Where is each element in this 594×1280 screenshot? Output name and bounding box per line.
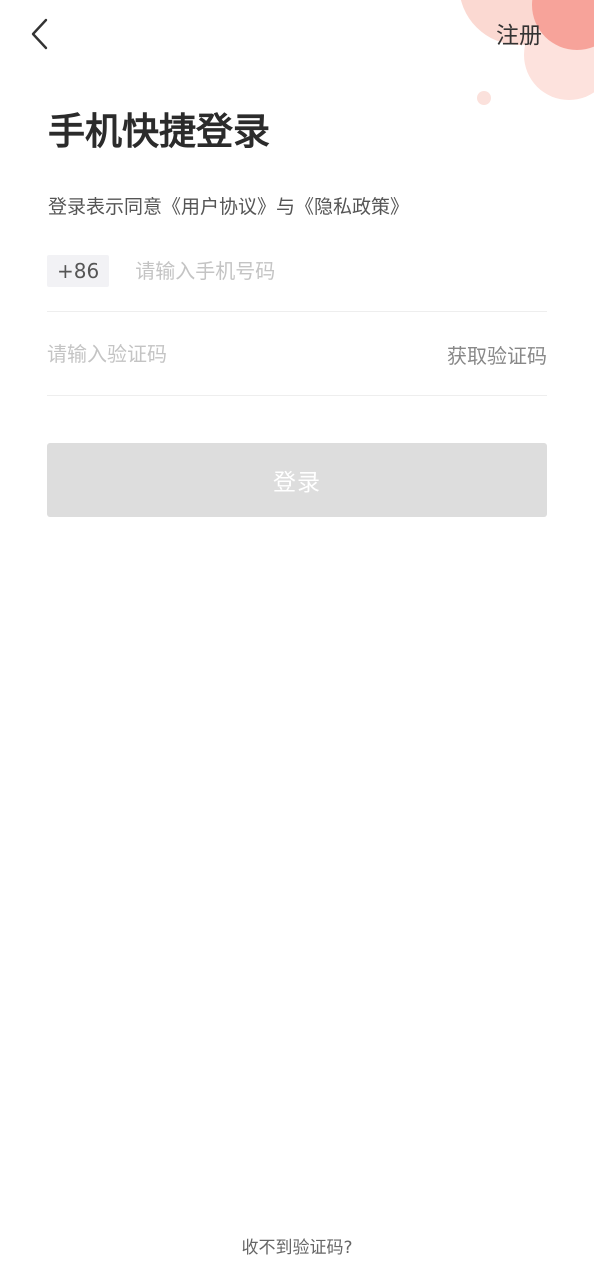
user-agreement-link[interactable]: 《用户协议》 <box>162 196 276 218</box>
agreement-connector: 与 <box>276 196 296 218</box>
phone-field-row: +86 <box>47 231 547 312</box>
page-title: 手机快捷登录 <box>48 110 270 153</box>
register-link[interactable]: 注册 <box>496 18 542 54</box>
decorative-circles <box>444 0 594 110</box>
back-button[interactable] <box>20 14 60 54</box>
decor-dot <box>477 91 491 105</box>
verification-code-input[interactable] <box>47 334 447 374</box>
country-code-selector[interactable]: +86 <box>47 255 110 287</box>
agreement-text: 登录表示同意《用户协议》与《隐私政策》 <box>48 192 409 222</box>
verification-field-row: 获取验证码 <box>47 313 547 396</box>
phone-input[interactable] <box>135 251 547 291</box>
agreement-prefix: 登录表示同意 <box>48 196 163 218</box>
no-code-link[interactable]: 收不到验证码? <box>0 1233 594 1263</box>
privacy-policy-link[interactable]: 《隐私政策》 <box>295 196 409 218</box>
get-code-button[interactable]: 获取验证码 <box>447 340 547 369</box>
chevron-left-icon <box>31 18 48 50</box>
login-button[interactable]: 登录 <box>47 443 547 517</box>
